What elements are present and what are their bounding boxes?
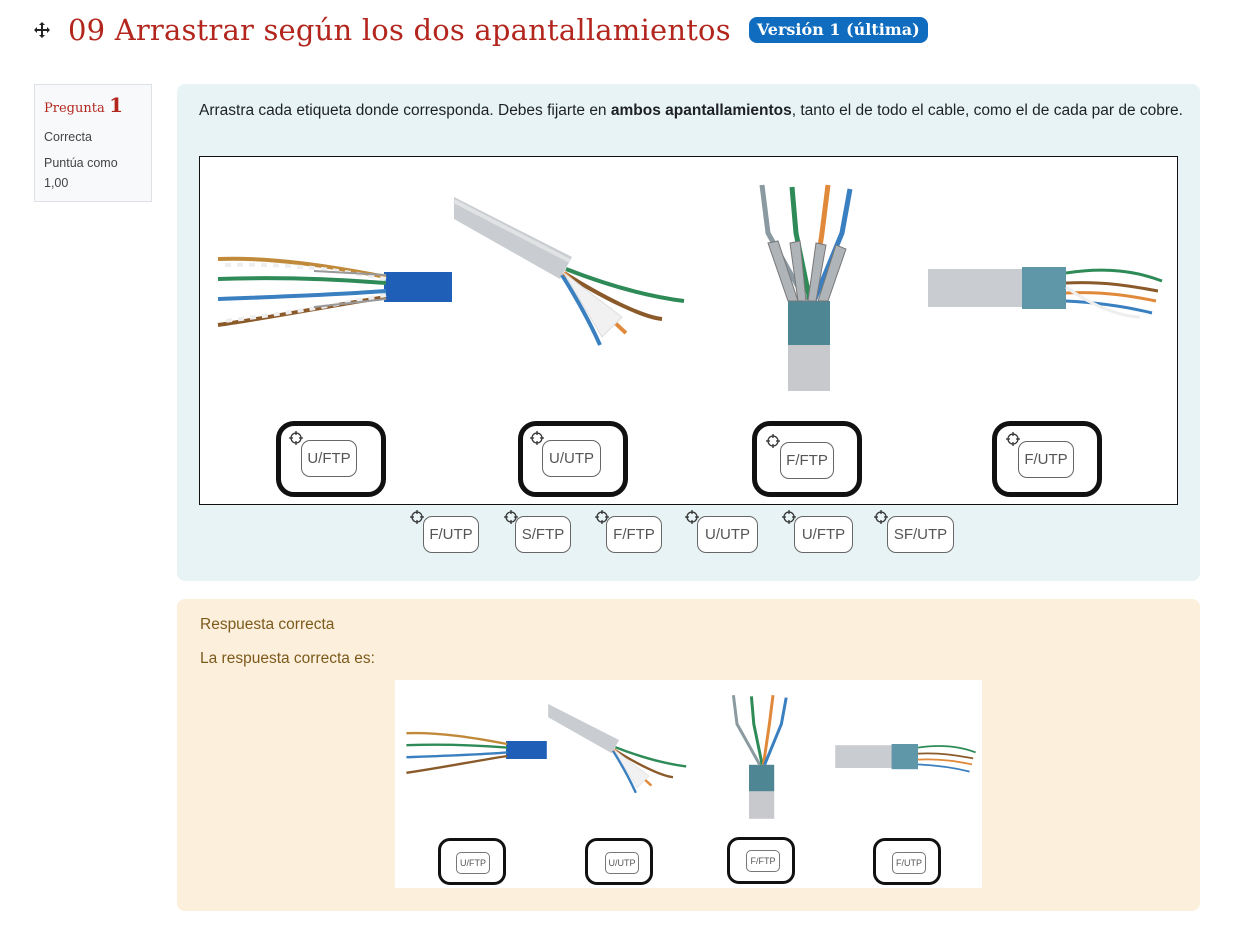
version-badge: Versión 1 (última) (748, 17, 928, 43)
cable-image-3-small (731, 695, 788, 819)
question-text-after: , tanto el de todo el cable, como el de … (791, 102, 1183, 119)
question-formulation: Arrastra cada etiqueta donde corresponda… (177, 84, 1200, 581)
crosshair-icon (874, 510, 888, 524)
question-outcome: Respuesta correcta La respuesta correcta… (177, 599, 1200, 911)
placed-label-4[interactable]: F/UTP (1018, 441, 1074, 478)
question-text-before: Arrastra cada etiqueta donde corresponda… (199, 102, 611, 119)
question-number: Pregunta 1 (44, 93, 142, 117)
question-number-value: 1 (109, 93, 124, 117)
crosshair-icon (530, 431, 544, 445)
drag-choice-1[interactable]: F/UTP (423, 516, 479, 553)
answer-label-2: U/UTP (605, 852, 639, 874)
cable-image-2-small (548, 704, 687, 794)
drag-choice-2[interactable]: S/FTP (515, 516, 571, 553)
right-answer-image: U/FTP U/UTP F/FTP F/UTP (395, 680, 982, 888)
cable-image-1-small (406, 731, 547, 774)
drag-choice-6[interactable]: SF/UTP (887, 516, 954, 553)
question-state: Correcta (44, 130, 92, 144)
answer-label-1: U/FTP (456, 852, 490, 874)
drag-choice-4[interactable]: U/UTP (697, 516, 758, 553)
cable-image-2 (453, 197, 685, 346)
grade-value: 1,00 (44, 176, 69, 190)
right-answer-text: La respuesta correcta es: (200, 650, 375, 667)
drop-background-image: U/FTP U/UTP F/FTP F/UTP (199, 156, 1178, 505)
answer-label-4: F/UTP (892, 852, 926, 874)
answer-label-3: F/FTP (746, 850, 780, 872)
question-text: Arrastra cada etiqueta donde corresponda… (199, 98, 1184, 123)
crosshair-icon (410, 510, 424, 524)
feedback-state: Respuesta correcta (200, 616, 335, 633)
cable-image-4-small (835, 744, 976, 773)
placed-label-1[interactable]: U/FTP (301, 440, 357, 477)
question-label: Pregunta (44, 101, 105, 116)
question-info: Pregunta 1 Correcta Puntúa como 1,00 (34, 84, 152, 202)
crosshair-icon (766, 434, 780, 448)
crosshair-icon (1006, 432, 1020, 446)
page-header: 09 Arrastrar según los dos apantallamien… (32, 8, 928, 52)
cable-image-4 (928, 267, 1163, 319)
placed-label-3[interactable]: F/FTP (780, 442, 834, 479)
cable-image-1 (217, 256, 452, 327)
placed-label-2[interactable]: U/UTP (542, 440, 601, 477)
move-arrows-icon[interactable] (32, 20, 52, 40)
crosshair-icon (289, 431, 303, 445)
cable-image-3 (759, 184, 853, 391)
drag-choice-3[interactable]: F/FTP (606, 516, 662, 553)
page-title: 09 Arrastrar según los dos apantallamien… (68, 13, 731, 47)
question-text-bold: ambos apantallamientos (610, 102, 792, 119)
grade-label: Puntúa como (44, 156, 118, 170)
drag-choice-5[interactable]: U/FTP (794, 516, 853, 553)
question-grade: Puntúa como 1,00 (44, 153, 142, 193)
